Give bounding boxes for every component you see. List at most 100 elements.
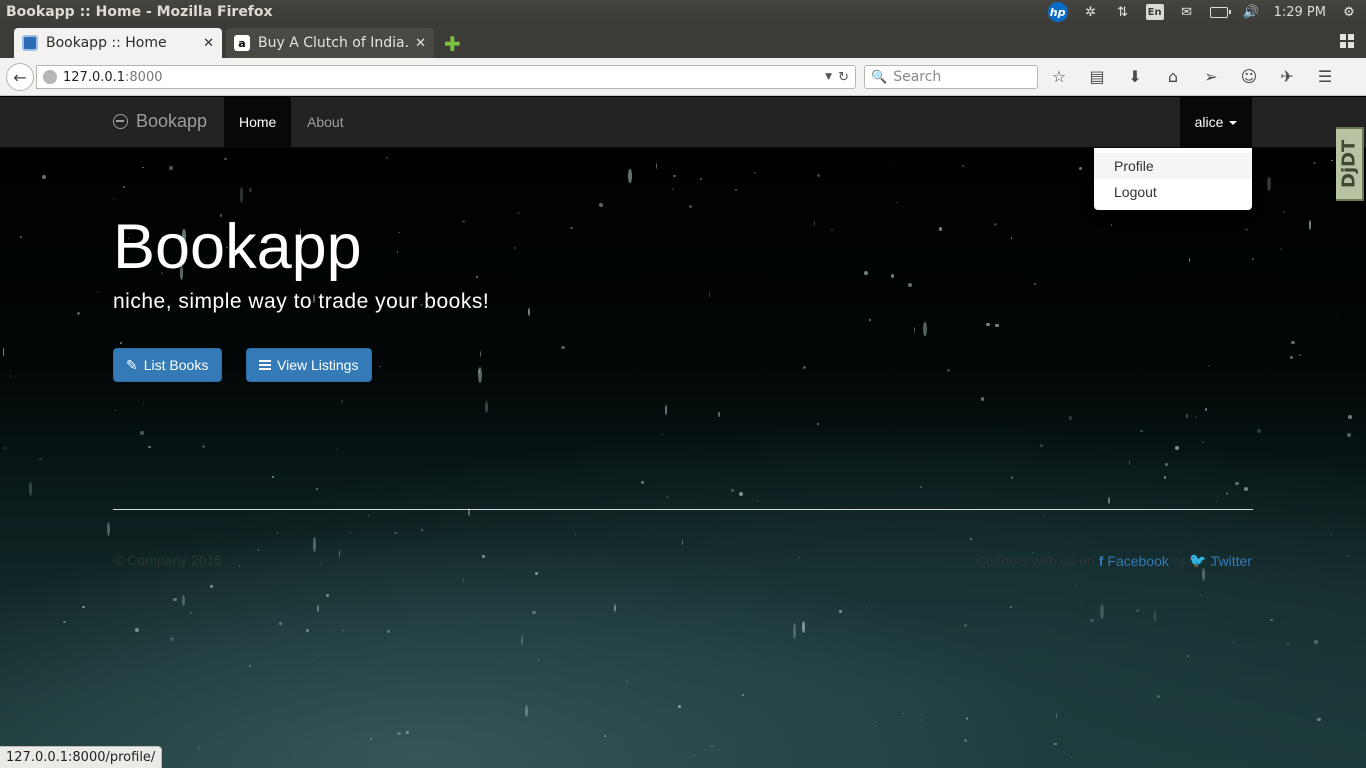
downloads-icon[interactable]: ⬇ [1124, 66, 1146, 86]
brand-link[interactable]: Bookapp [113, 111, 207, 132]
snow-particle [479, 351, 482, 358]
snow-particle [249, 665, 251, 667]
connect-text: Connect with us on [975, 552, 1095, 569]
reload-icon[interactable]: ↻ [838, 70, 849, 85]
snow-particle [1043, 515, 1046, 518]
django-debug-toolbar-handle[interactable]: DjDT [1336, 127, 1364, 201]
snow-particle [277, 532, 279, 534]
user-menu-toggle[interactable]: alice [1180, 97, 1252, 147]
facebook-link[interactable]: f Facebook [1099, 553, 1169, 569]
toolbar-icons: ☆ ▤ ⬇ ⌂ ➢ ☺ ✈ ☰ [1048, 66, 1336, 86]
snow-particle [830, 229, 833, 231]
snow-particle [337, 449, 339, 451]
snow-particle [1069, 416, 1073, 420]
snow-particle [964, 738, 967, 742]
tab-bookapp-home[interactable]: Bookapp :: Home ✕ [14, 28, 222, 58]
nav-about[interactable]: About [292, 97, 359, 147]
snow-particle [1163, 476, 1167, 479]
volume-icon[interactable]: 🔊 [1242, 4, 1260, 20]
close-tab-icon[interactable]: ✕ [415, 36, 426, 51]
snow-particle [1299, 353, 1302, 356]
snow-particle [965, 717, 969, 720]
snow-particle [1204, 408, 1208, 411]
tab-groups-icon[interactable] [1340, 34, 1354, 48]
snow-particle [1235, 481, 1239, 486]
home-icon[interactable]: ⌂ [1162, 66, 1184, 86]
list-books-label: List Books [143, 357, 209, 373]
snow-particle [272, 476, 275, 479]
snow-particle [1289, 356, 1293, 360]
snow-particle [869, 319, 872, 322]
url-bar[interactable]: 127.0.0.1:8000 ▼ ↻ [36, 65, 856, 89]
snow-particle [923, 322, 927, 336]
extension-tools-icon[interactable]: ✈ [1276, 66, 1298, 86]
snow-particle [939, 227, 943, 231]
hero-subtitle: niche, simple way to trade your books! [113, 290, 490, 313]
snow-particle [1267, 177, 1271, 192]
snow-particle [142, 166, 144, 169]
settings-gear-icon[interactable]: ⚙ [1340, 4, 1358, 20]
snow-particle [1232, 641, 1234, 643]
snow-particle [962, 513, 965, 515]
globe-icon [43, 70, 57, 84]
snow-particle [4, 447, 7, 450]
view-listings-label: View Listings [277, 357, 359, 373]
brand-label: Bookapp [136, 111, 208, 131]
snow-particle [42, 175, 47, 180]
snow-particle [406, 731, 410, 734]
close-tab-icon[interactable]: ✕ [203, 36, 214, 51]
new-tab-plus-icon[interactable]: ✚ [444, 32, 461, 56]
view-listings-button[interactable]: View Listings [246, 348, 372, 382]
snow-particle [1010, 236, 1013, 239]
tab-amazon[interactable]: a Buy A Clutch of India... ✕ [226, 28, 434, 58]
pencil-icon: ✎ [126, 356, 138, 373]
bookmark-star-icon[interactable]: ☆ [1048, 66, 1070, 86]
snow-particle [198, 745, 200, 751]
snow-particle [248, 188, 253, 193]
hp-icon[interactable]: hp [1047, 2, 1068, 22]
snow-particle [462, 220, 466, 224]
network-icon[interactable]: ⇅ [1114, 4, 1132, 20]
reading-list-icon[interactable]: ▤ [1086, 66, 1108, 86]
nav-home[interactable]: Home [224, 97, 292, 147]
snow-particle [1147, 325, 1150, 327]
snow-particle [1034, 283, 1037, 286]
snow-particle [1202, 568, 1206, 581]
back-button[interactable]: ← [6, 63, 34, 91]
snow-particle [664, 405, 668, 415]
snow-particle [379, 365, 382, 368]
snow-particle [671, 188, 674, 191]
list-books-button[interactable]: ✎ List Books [113, 348, 222, 382]
dropbox-icon[interactable]: ✲ [1082, 4, 1100, 20]
url-history-dropdown-icon[interactable]: ▼ [825, 72, 832, 82]
or-text: or [1172, 552, 1186, 569]
snow-particle [112, 198, 115, 200]
menu-item-logout[interactable]: Logout [1094, 179, 1252, 205]
snow-particle [140, 431, 144, 435]
brand-logo-icon [113, 114, 128, 129]
snow-particle [1202, 441, 1205, 444]
url-text[interactable]: 127.0.0.1:8000 [63, 70, 825, 85]
twitter-link[interactable]: 🐦 Twitter [1189, 552, 1252, 569]
snow-particle [908, 282, 912, 287]
snow-particle [1129, 459, 1131, 466]
snow-particle [604, 735, 606, 737]
clock[interactable]: 1:29 PM [1274, 5, 1326, 20]
snow-particle [537, 659, 540, 661]
battery-icon[interactable] [1209, 4, 1231, 20]
mail-icon[interactable]: ✉ [1178, 4, 1196, 20]
snow-particle [396, 251, 399, 253]
keyboard-layout-indicator[interactable]: En [1145, 4, 1164, 20]
search-input[interactable]: 🔍 Search [864, 65, 1038, 89]
snow-particle [678, 705, 682, 709]
snow-particle [797, 556, 801, 560]
username: alice [1194, 114, 1224, 130]
send-icon[interactable]: ➢ [1200, 66, 1222, 86]
snow-particle [666, 496, 669, 498]
snow-particle [875, 725, 877, 727]
menu-item-profile[interactable]: Profile [1094, 153, 1252, 179]
hamburger-menu-icon[interactable]: ☰ [1314, 66, 1336, 86]
snow-particle [148, 446, 151, 449]
snow-particle [238, 564, 241, 567]
extension-face-icon[interactable]: ☺ [1238, 66, 1260, 86]
